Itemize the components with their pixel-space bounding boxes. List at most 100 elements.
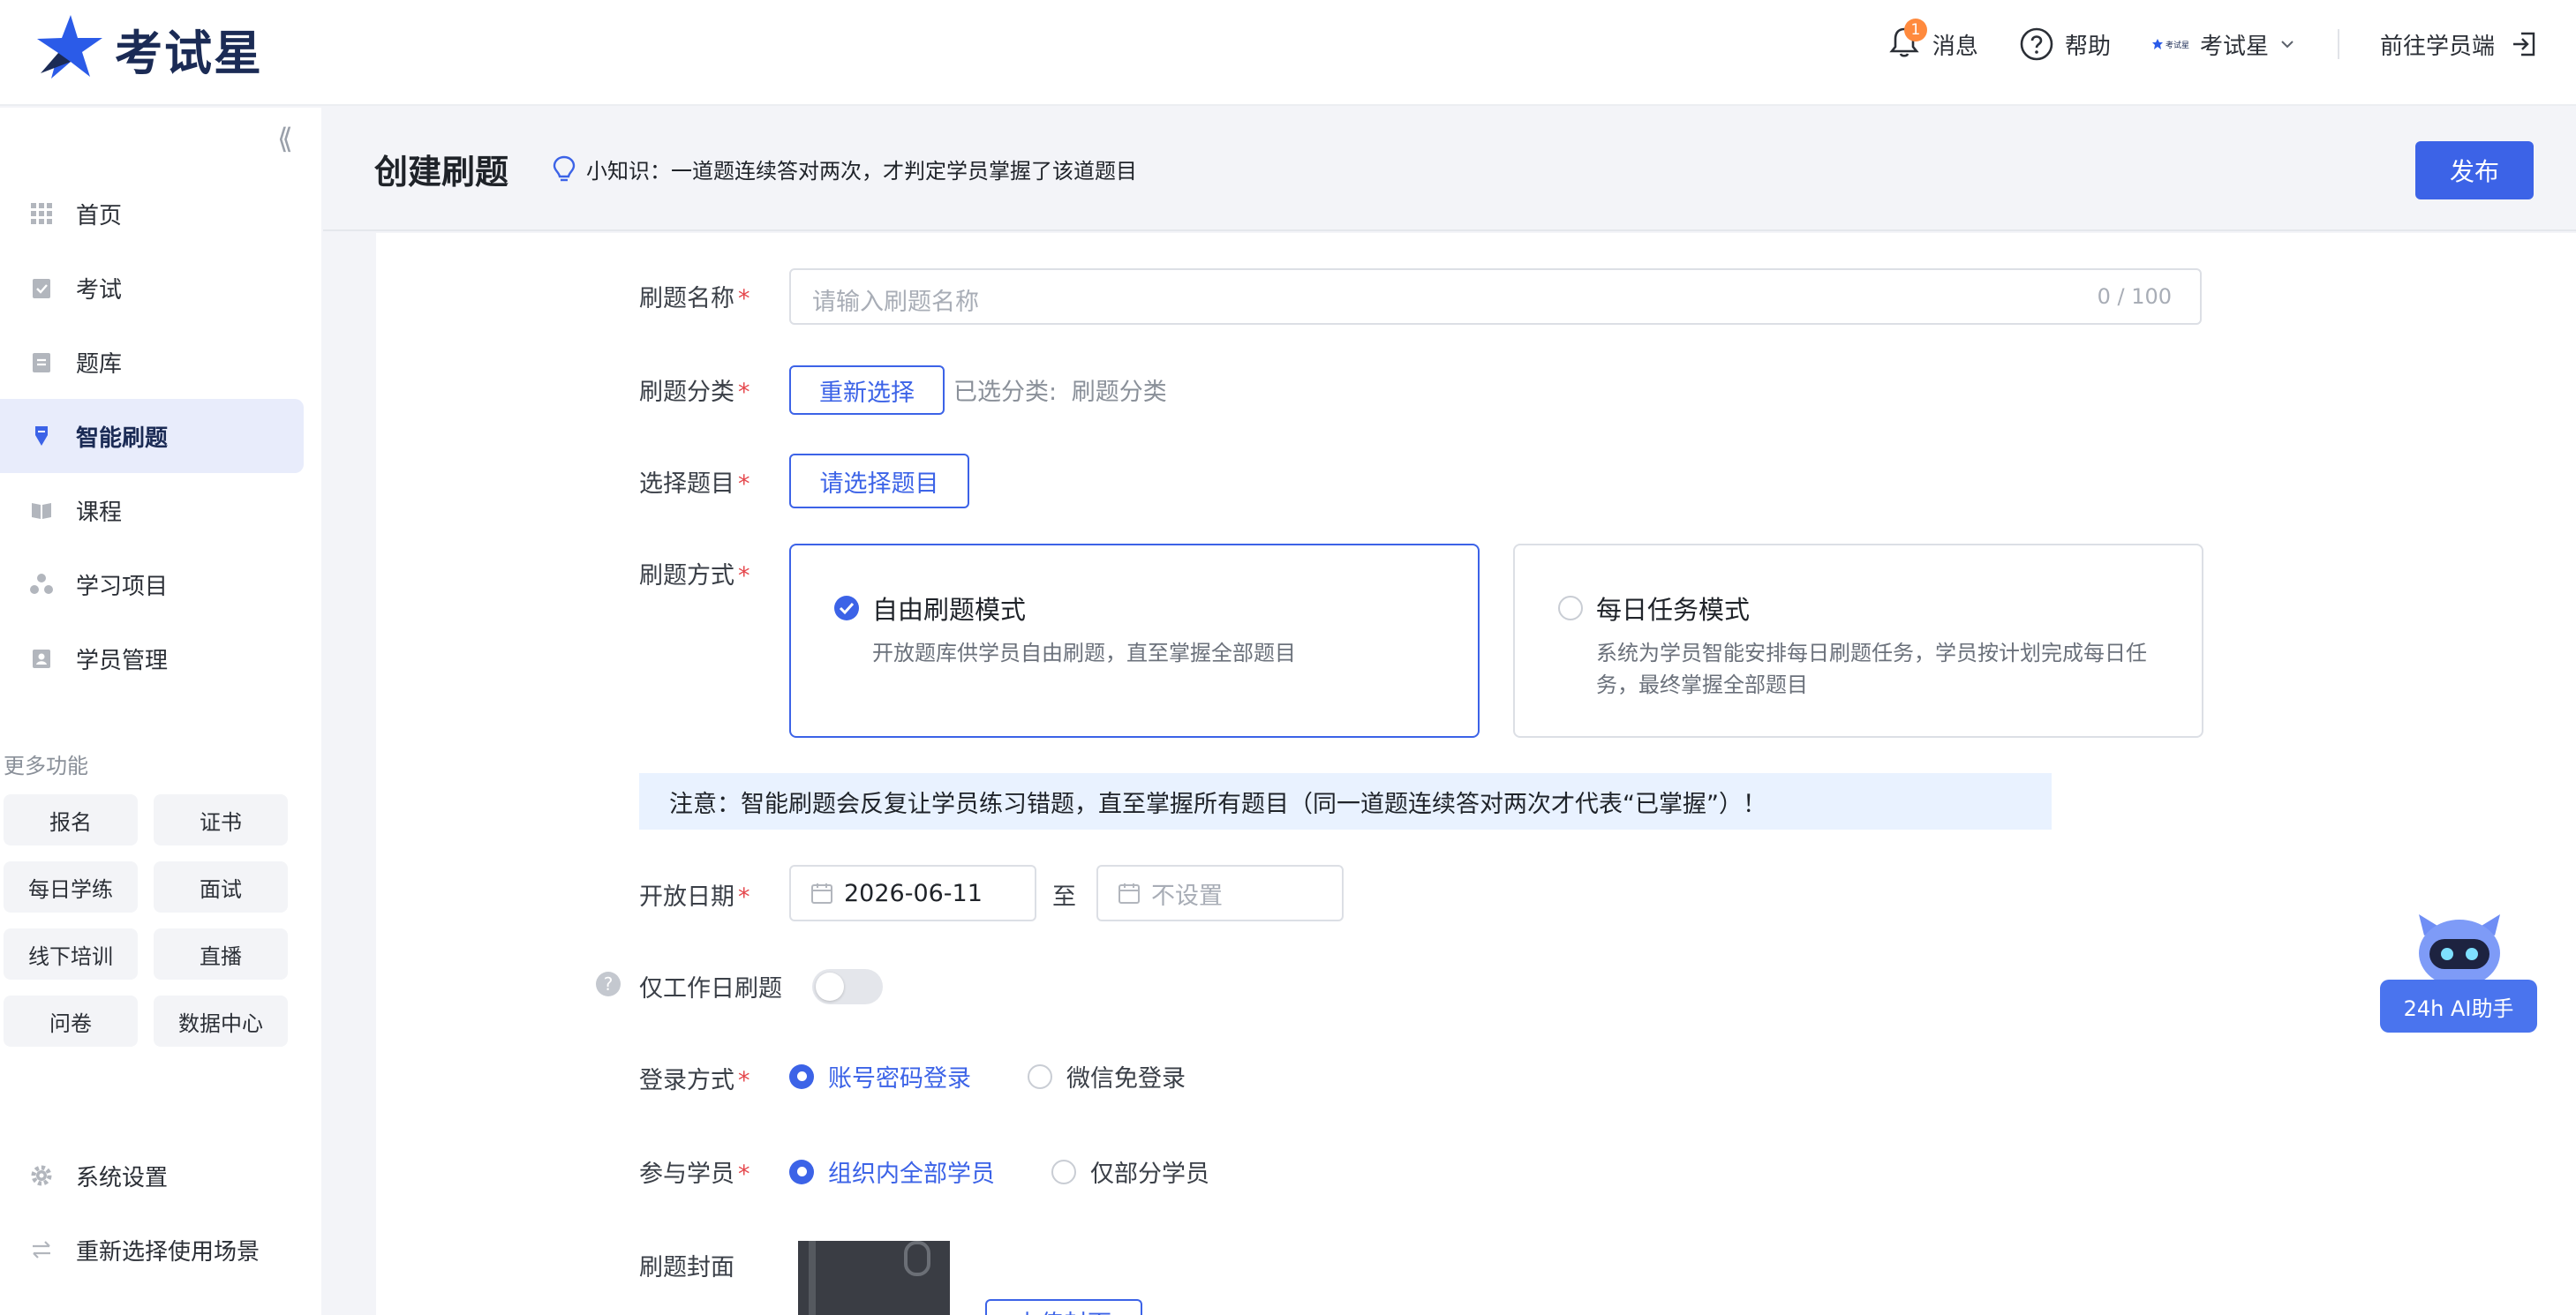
sidebar-item-student-management[interactable]: 学员管理 bbox=[0, 621, 304, 695]
help-button[interactable]: 帮助 bbox=[2019, 26, 2111, 62]
clipboard-check-icon bbox=[30, 276, 53, 299]
cover-thumbnail-edge bbox=[809, 1241, 816, 1315]
login-method-radio-group: 账号密码登录 微信免登录 bbox=[789, 1059, 1242, 1093]
top-bar: 考试星 1 消息 帮助 考试星 考试星 前往学员端 bbox=[0, 0, 2576, 106]
cover-label: 刷题封面 bbox=[639, 1254, 734, 1281]
sidebar-item-label: 题库 bbox=[76, 350, 123, 378]
open-date-label: 开放日期 * bbox=[639, 883, 750, 911]
workday-help-icon[interactable]: ? bbox=[595, 971, 621, 1001]
end-date-input[interactable]: 不设置 bbox=[1096, 865, 1344, 921]
radio-unchecked-icon bbox=[1028, 1063, 1052, 1089]
name-label: 刷题名称 * bbox=[639, 285, 750, 312]
account-mini-logo-text: 考试星 bbox=[2165, 41, 2189, 50]
participants-radio-group: 组织内全部学员 仅部分学员 bbox=[789, 1154, 1266, 1189]
account-dropdown[interactable]: 考试星 考试星 bbox=[2151, 28, 2297, 61]
gear-icon bbox=[30, 1164, 53, 1187]
student-portal-link[interactable]: 前往学员端 bbox=[2380, 28, 2541, 61]
question-circle-icon bbox=[2020, 27, 2053, 61]
star-logo-icon bbox=[37, 15, 102, 79]
login-password-option[interactable]: 账号密码登录 bbox=[789, 1059, 971, 1093]
sidebar-item-reselect-scenario[interactable]: 重新选择使用场景 bbox=[0, 1213, 304, 1287]
upload-cover-button[interactable]: 上传封面 bbox=[985, 1299, 1142, 1315]
sidebar-item-learning-project[interactable]: 学习项目 bbox=[0, 547, 304, 621]
radio-label: 微信免登录 bbox=[1066, 1065, 1186, 1093]
sidebar-item-course[interactable]: 课程 bbox=[0, 473, 304, 547]
sidebar-item-label: 学员管理 bbox=[76, 647, 169, 674]
radio-label: 账号密码登录 bbox=[828, 1065, 971, 1093]
pen-icon bbox=[30, 425, 53, 447]
brand-logo[interactable]: 考试星 bbox=[32, 9, 263, 88]
publish-button[interactable]: 发布 bbox=[2415, 141, 2534, 199]
selected-category: 已选分类: 刷题分类 bbox=[953, 372, 1167, 407]
workday-only-toggle[interactable] bbox=[812, 969, 883, 1004]
mode-label: 刷题方式 * bbox=[639, 562, 750, 590]
checked-radio-icon bbox=[833, 595, 860, 625]
more-features-title: 更多功能 bbox=[4, 754, 88, 778]
clipboard-list-icon bbox=[30, 350, 53, 373]
ai-assistant-button[interactable]: 24h AI助手 bbox=[2380, 980, 2537, 1033]
calendar-icon bbox=[1119, 883, 1140, 904]
ai-assistant-widget[interactable]: 24h AI助手 bbox=[2380, 909, 2537, 1033]
mini-star-icon bbox=[2151, 39, 2163, 49]
participants-all-option[interactable]: 组织内全部学员 bbox=[789, 1154, 995, 1189]
more-certificate-button[interactable]: 证书 bbox=[154, 794, 288, 845]
start-date-value: 2026-06-11 bbox=[844, 879, 983, 907]
participants-label: 参与学员 * bbox=[639, 1161, 750, 1188]
collapse-sidebar-icon[interactable]: ⟪ bbox=[277, 122, 293, 155]
svg-text:?: ? bbox=[604, 973, 614, 995]
more-features-grid: 报名 证书 每日学练 面试 线下培训 直播 问卷 数据中心 bbox=[4, 794, 288, 1047]
select-questions-button[interactable]: 请选择题目 bbox=[789, 454, 969, 508]
chevron-down-icon bbox=[2281, 41, 2294, 49]
mode-card-free[interactable]: 自由刷题模式 开放题库供学员自由刷题，直至掌握全部题目 bbox=[789, 544, 1480, 738]
tip-banner: 小知识：一道题连续答对两次，才判定学员掌握了该道题目 bbox=[551, 154, 1137, 184]
swap-icon bbox=[30, 1238, 53, 1261]
notice-banner: 注意：智能刷题会反复让学员练习错题，直至掌握所有题目（同一道题连续答对两次才代表… bbox=[639, 773, 2052, 830]
practice-name-input[interactable]: 请输入刷题名称 0 / 100 bbox=[789, 268, 2202, 325]
sidebar-item-settings[interactable]: 系统设置 bbox=[0, 1138, 304, 1213]
sidebar-item-label: 课程 bbox=[76, 499, 123, 526]
help-label: 帮助 bbox=[2064, 33, 2111, 60]
sidebar-item-label: 系统设置 bbox=[76, 1164, 169, 1191]
more-survey-button[interactable]: 问卷 bbox=[4, 996, 138, 1047]
sidebar-item-label: 学习项目 bbox=[76, 573, 169, 600]
reselect-category-button[interactable]: 重新选择 bbox=[789, 365, 945, 415]
more-data-center-button[interactable]: 数据中心 bbox=[154, 996, 288, 1047]
brand-name: 考试星 bbox=[115, 25, 263, 81]
more-daily-practice-button[interactable]: 每日学练 bbox=[4, 861, 138, 913]
sidebar-bottom-nav: 系统设置 重新选择使用场景 bbox=[0, 1138, 304, 1287]
login-method-label: 登录方式 * bbox=[639, 1067, 750, 1094]
more-offline-training-button[interactable]: 线下培训 bbox=[4, 928, 138, 980]
radio-label: 组织内全部学员 bbox=[828, 1161, 995, 1188]
sidebar-item-exam[interactable]: 考试 bbox=[0, 251, 304, 325]
notifications-button[interactable]: 1 消息 bbox=[1887, 18, 1978, 65]
selected-category-prefix: 已选分类: bbox=[953, 379, 1058, 406]
date-separator: 至 bbox=[1052, 883, 1076, 911]
radio-unchecked-icon bbox=[1051, 1159, 1076, 1184]
sidebar-item-label: 考试 bbox=[76, 276, 123, 304]
start-date-input[interactable]: 2026-06-11 bbox=[789, 865, 1036, 921]
grid-icon bbox=[30, 202, 53, 225]
notification-count-badge: 1 bbox=[1903, 18, 1927, 41]
selected-category-value: 刷题分类 bbox=[1071, 379, 1167, 406]
user-card-icon bbox=[30, 647, 53, 670]
more-interview-button[interactable]: 面试 bbox=[154, 861, 288, 913]
page-header: 创建刷题 小知识：一道题连续答对两次，才判定学员掌握了该道题目 发布 bbox=[323, 108, 2576, 231]
calendar-icon bbox=[811, 883, 832, 904]
name-placeholder: 请输入刷题名称 bbox=[812, 289, 979, 316]
sidebar-item-label: 智能刷题 bbox=[76, 425, 169, 452]
mode-card-daily-task[interactable]: 每日任务模式 系统为学员智能安排每日刷题任务，学员按计划完成每日任务，最终掌握全… bbox=[1513, 544, 2203, 738]
topbar-divider bbox=[2337, 29, 2339, 59]
page-title: 创建刷题 bbox=[374, 153, 509, 192]
sidebar-item-home[interactable]: 首页 bbox=[0, 177, 304, 251]
login-wechat-option[interactable]: 微信免登录 bbox=[1028, 1059, 1186, 1093]
account-mini-logo: 考试星 bbox=[2151, 38, 2189, 50]
book-icon bbox=[30, 499, 53, 522]
more-registration-button[interactable]: 报名 bbox=[4, 794, 138, 845]
category-label: 刷题分类 * bbox=[639, 379, 750, 406]
more-live-button[interactable]: 直播 bbox=[154, 928, 288, 980]
project-icon bbox=[30, 573, 53, 596]
sidebar-item-smart-practice[interactable]: 智能刷题 bbox=[0, 399, 304, 473]
sidebar-item-question-bank[interactable]: 题库 bbox=[0, 325, 304, 399]
participants-partial-option[interactable]: 仅部分学员 bbox=[1051, 1154, 1209, 1189]
lightbulb-icon bbox=[553, 155, 576, 181]
